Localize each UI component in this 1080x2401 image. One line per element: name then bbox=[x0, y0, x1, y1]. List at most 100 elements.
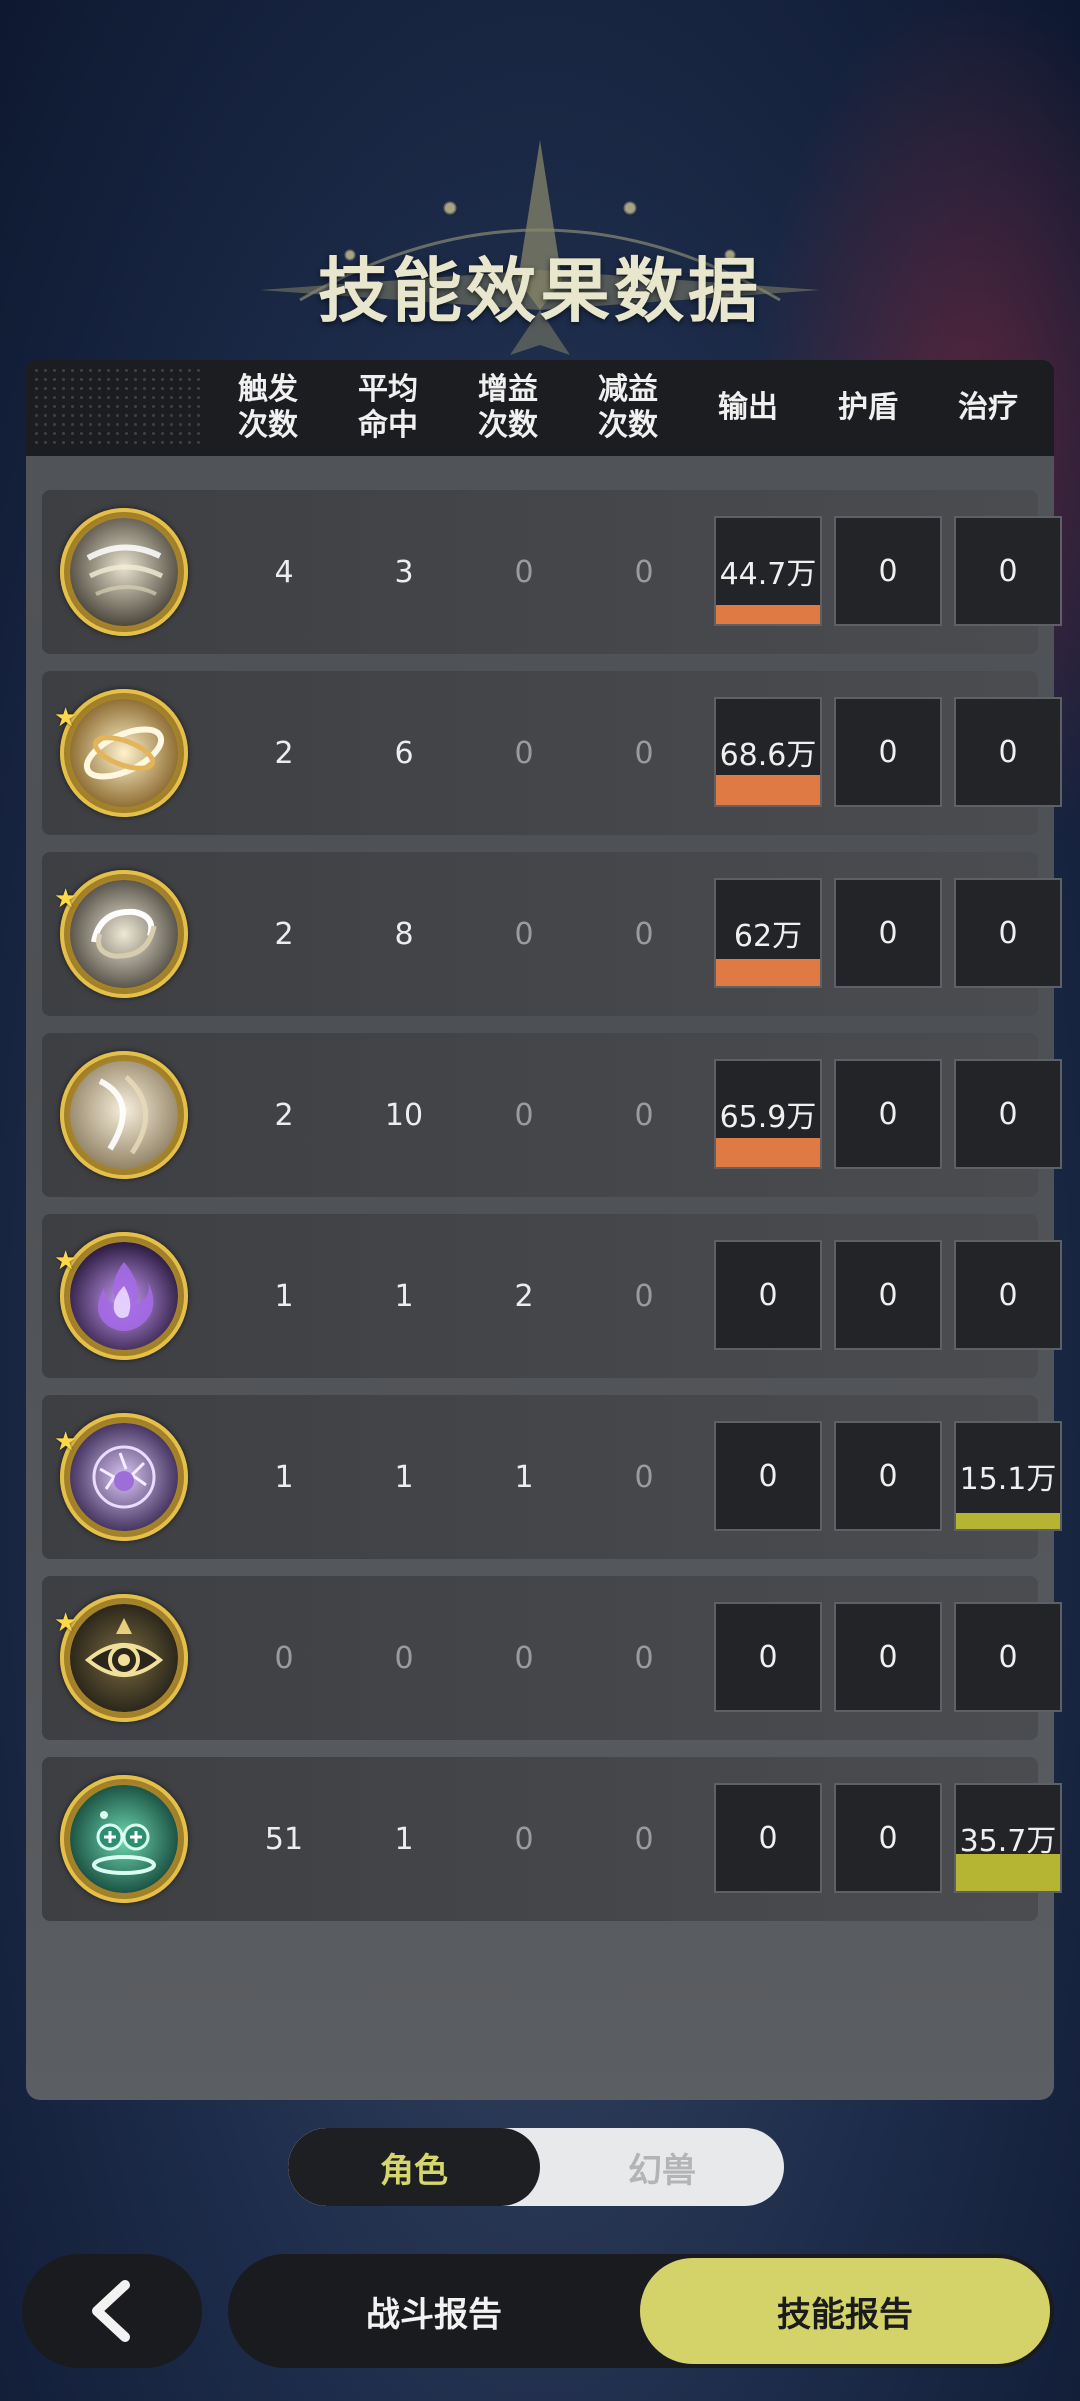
damage-value: 44.7万 bbox=[719, 557, 817, 592]
skill-icon-frame[interactable] bbox=[60, 1413, 188, 1541]
shield-value: 0 bbox=[878, 1277, 898, 1313]
trigger-count-cell: 4 bbox=[274, 554, 294, 590]
trigger-count-cell: 1 bbox=[274, 1278, 294, 1314]
star-icon: ★ bbox=[54, 1427, 78, 1457]
debuff-count-cell: 0 bbox=[634, 1459, 654, 1495]
header-buff-line1: 增益 bbox=[478, 372, 538, 407]
back-button[interactable] bbox=[22, 2254, 202, 2368]
damage-value: 0 bbox=[758, 1277, 778, 1313]
table-row[interactable]: ★ 1 1 1 0 0 0 15.1万 bbox=[42, 1395, 1062, 1559]
damage-cell: 0 bbox=[714, 1240, 822, 1350]
tab-battle-report[interactable]: 战斗报告 bbox=[228, 2254, 640, 2368]
heal-value: 0 bbox=[998, 1639, 1018, 1675]
tab-skill-report[interactable]: 技能报告 bbox=[640, 2258, 1050, 2364]
toggle-beast[interactable]: 幻兽 bbox=[540, 2128, 784, 2206]
damage-value: 0 bbox=[758, 1639, 778, 1675]
skill-data-panel[interactable]: 触发 次数 平均 命中 增益 次数 减益 次数 输出 护盾 治疗 4 3 0 0 44.7万 0 0… bbox=[26, 360, 1062, 2100]
shield-cell: 0 bbox=[834, 1240, 942, 1350]
shield-value: 0 bbox=[878, 1639, 898, 1675]
heal-cell: 0 bbox=[954, 516, 1062, 626]
shield-cell: 0 bbox=[834, 1059, 942, 1169]
header-trigger-line1: 触发 bbox=[238, 372, 298, 407]
shield-value: 0 bbox=[878, 553, 898, 589]
shield-cell: 0 bbox=[834, 1421, 942, 1531]
debuff-count-cell: 0 bbox=[634, 554, 654, 590]
golden-vortex-skill-icon bbox=[70, 699, 178, 807]
table-row[interactable]: ★ 2 8 0 0 62万 0 0 bbox=[42, 852, 1062, 1016]
heal-cell: 0 bbox=[954, 878, 1062, 988]
header-trigger-count: 触发 次数 bbox=[208, 360, 328, 456]
buff-count-cell: 0 bbox=[514, 1821, 534, 1857]
table-row[interactable]: ★ 0 0 0 0 0 0 0 bbox=[42, 1576, 1062, 1740]
star-icon: ★ bbox=[54, 1608, 78, 1638]
skill-icon-frame[interactable] bbox=[60, 689, 188, 817]
table-row[interactable]: 2 10 0 0 65.9万 0 0 bbox=[42, 1033, 1062, 1197]
buff-count-cell: 0 bbox=[514, 554, 534, 590]
heal-cell: 0 bbox=[954, 697, 1062, 807]
shield-value: 0 bbox=[878, 734, 898, 770]
skill-icon-frame[interactable] bbox=[60, 870, 188, 998]
trigger-count-cell: 2 bbox=[274, 735, 294, 771]
header-damage: 输出 bbox=[718, 390, 778, 425]
damage-cell: 0 bbox=[714, 1602, 822, 1712]
toggle-character[interactable]: 角色 bbox=[288, 2128, 540, 2206]
cyclone-skill-icon bbox=[70, 1061, 178, 1169]
buff-count-cell: 0 bbox=[514, 735, 534, 771]
damage-bar bbox=[716, 1138, 820, 1167]
character-beast-toggle[interactable]: 角色 幻兽 bbox=[288, 2128, 784, 2206]
heal-cell: 35.7万 bbox=[954, 1783, 1062, 1893]
average-hit-cell: 0 bbox=[394, 1640, 414, 1676]
buff-count-cell: 1 bbox=[514, 1459, 534, 1495]
debuff-count-cell: 0 bbox=[634, 1278, 654, 1314]
skill-icon-frame[interactable] bbox=[60, 1051, 188, 1179]
skill-icon-frame[interactable] bbox=[60, 1232, 188, 1360]
shield-value: 0 bbox=[878, 915, 898, 951]
average-hit-cell: 1 bbox=[394, 1459, 414, 1495]
shield-cell: 0 bbox=[834, 516, 942, 626]
debuff-count-cell: 0 bbox=[634, 1640, 654, 1676]
debuff-count-cell: 0 bbox=[634, 1821, 654, 1857]
skill-icon-frame[interactable] bbox=[60, 508, 188, 636]
debuff-count-cell: 0 bbox=[634, 735, 654, 771]
eye-skill-icon bbox=[70, 1604, 178, 1712]
average-hit-cell: 10 bbox=[384, 1097, 424, 1133]
trigger-count-cell: 0 bbox=[274, 1640, 294, 1676]
shield-value: 0 bbox=[878, 1458, 898, 1494]
skill-icon-frame[interactable] bbox=[60, 1775, 188, 1903]
chevron-left-icon bbox=[92, 2280, 130, 2342]
table-header: 触发 次数 平均 命中 增益 次数 减益 次数 输出 护盾 治疗 bbox=[26, 360, 1054, 456]
purple-flame-skill-icon bbox=[70, 1242, 178, 1350]
heal-cell: 0 bbox=[954, 1240, 1062, 1350]
skill-icon-frame[interactable] bbox=[60, 1594, 188, 1722]
buff-count-cell: 0 bbox=[514, 1097, 534, 1133]
header-pattern bbox=[32, 366, 202, 450]
table-row[interactable]: ★ 1 1 2 0 0 0 0 bbox=[42, 1214, 1062, 1378]
star-icon: ★ bbox=[54, 884, 78, 914]
shield-cell: 0 bbox=[834, 878, 942, 988]
table-row[interactable]: ★ 2 6 0 0 68.6万 0 0 bbox=[42, 671, 1062, 835]
trigger-count-cell: 51 bbox=[264, 1821, 304, 1857]
header-debuff-count: 减益 次数 bbox=[568, 360, 688, 456]
table-row[interactable]: 4 3 0 0 44.7万 0 0 bbox=[42, 490, 1062, 654]
debuff-count-cell: 0 bbox=[634, 1097, 654, 1133]
average-hit-cell: 1 bbox=[394, 1821, 414, 1857]
damage-cell: 62万 bbox=[714, 878, 822, 988]
damage-cell: 65.9万 bbox=[714, 1059, 822, 1169]
damage-value: 0 bbox=[758, 1820, 778, 1856]
average-hit-cell: 1 bbox=[394, 1278, 414, 1314]
damage-cell: 44.7万 bbox=[714, 516, 822, 626]
header-buff-count: 增益 次数 bbox=[448, 360, 568, 456]
heal-value: 15.1万 bbox=[959, 1462, 1057, 1497]
buff-count-cell: 0 bbox=[514, 1640, 534, 1676]
heal-value: 0 bbox=[998, 1277, 1018, 1313]
header-avg-line1: 平均 bbox=[358, 372, 418, 407]
heal-cell: 0 bbox=[954, 1602, 1062, 1712]
damage-value: 0 bbox=[758, 1458, 778, 1494]
header-trigger-line2: 次数 bbox=[238, 408, 298, 443]
table-row[interactable]: 51 1 0 0 0 0 35.7万 bbox=[42, 1757, 1062, 1921]
header-debuff-line1: 减益 bbox=[598, 372, 658, 407]
star-icon: ★ bbox=[54, 1246, 78, 1276]
header-average-hit: 平均 命中 bbox=[328, 360, 448, 456]
damage-cell: 68.6万 bbox=[714, 697, 822, 807]
star-icon: ★ bbox=[54, 703, 78, 733]
